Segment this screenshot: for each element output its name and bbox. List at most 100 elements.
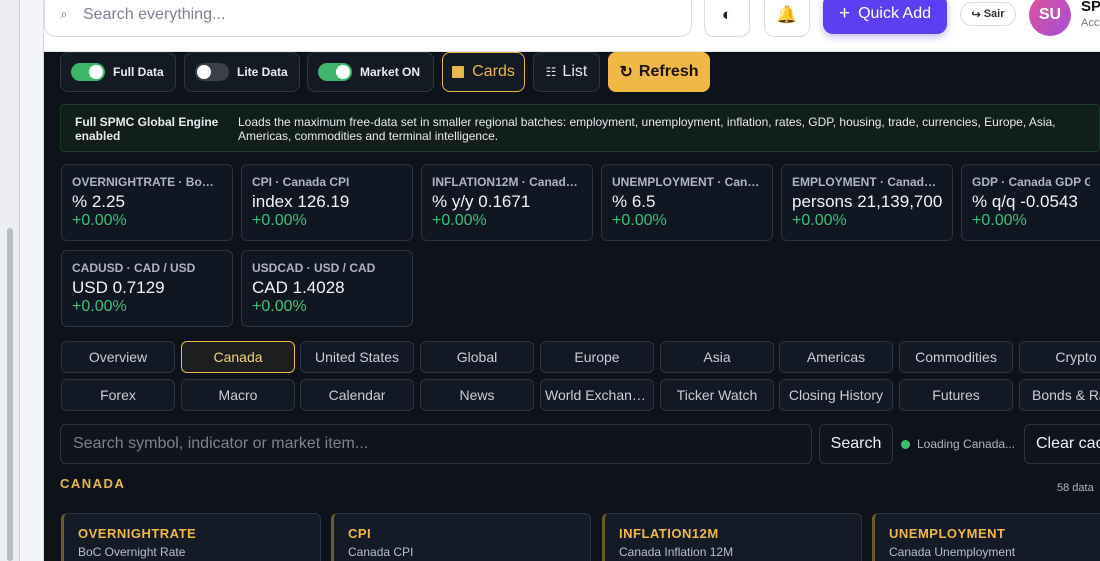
full-data-toggle[interactable]: Full Data (60, 52, 176, 92)
tab-united-states[interactable]: United States (300, 341, 414, 373)
metric-label: CADUSD · CAD / USD (72, 261, 196, 275)
metric-label: CPI · Canada CPI (252, 175, 350, 189)
tab-label: Crypto (1055, 349, 1097, 365)
loading-status: Loading Canada... (901, 437, 1015, 451)
tab-overview[interactable]: Overview (61, 341, 175, 373)
metric-value: index 126.19 (252, 192, 350, 211)
metric-value: persons 21,139,700 (792, 192, 942, 211)
series-name: Canada Unemployment (889, 545, 1016, 559)
tab-canada[interactable]: Canada (181, 341, 295, 373)
tab-label: Macro (218, 387, 258, 403)
list-icon: ☷ (545, 65, 557, 79)
tab-label: Canada (213, 349, 263, 365)
metric-card[interactable]: GDP · Canada GDP Growth % q/q -0.0543 +0… (961, 164, 1100, 241)
tab-label: Closing History (788, 387, 884, 403)
tab-forex[interactable]: Forex (61, 379, 175, 411)
sair-button[interactable]: ↪ Sair (960, 2, 1016, 26)
sair-label: Sair (983, 8, 1005, 20)
series-card[interactable]: OVERNIGHTRATE BoC Overnight Rate (61, 513, 321, 561)
lite-data-toggle[interactable]: Lite Data (184, 52, 300, 92)
tab-americas[interactable]: Americas (779, 341, 893, 373)
metric-card[interactable]: EMPLOYMENT · Canada Employment persons 2… (781, 164, 953, 241)
metric-card[interactable]: USDCAD · USD / CAD CAD 1.4028 +0.00% (241, 250, 413, 327)
tab-ticker-watch[interactable]: Ticker Watch (660, 379, 774, 411)
plus-icon: + (838, 3, 851, 24)
series-code: CPI (348, 526, 372, 541)
metric-label: GDP · Canada GDP Growth (972, 175, 1090, 189)
tab-crypto[interactable]: Crypto (1019, 341, 1100, 373)
metric-card[interactable]: CPI · Canada CPI index 126.19 +0.00% (241, 164, 413, 241)
market-toggle[interactable]: Market ON (307, 52, 434, 92)
tab-label: Futures (932, 387, 980, 403)
refresh-icon: ↻ (619, 64, 633, 81)
account-name: SP (1081, 0, 1100, 15)
metric-change: +0.00% (972, 212, 1027, 229)
tab-label: Forex (100, 387, 136, 403)
tab-label: World Exchanges (545, 387, 649, 403)
quick-add-button[interactable]: + Quick Add (823, 0, 947, 34)
quick-add-label: Quick Add (858, 5, 932, 22)
notifications-button[interactable]: 🔔 (764, 0, 810, 37)
search-icon: ⌕ (60, 7, 68, 21)
lite-data-label: Lite Data (237, 65, 288, 79)
tab-label: Commodities (915, 349, 997, 365)
global-search-placeholder: Search everything... (83, 5, 226, 23)
toggle-switch-off (195, 63, 229, 81)
list-label: List (562, 63, 588, 80)
symbol-search-input[interactable]: Search symbol, indicator or market item.… (60, 424, 812, 464)
refresh-button[interactable]: ↻ Refresh (608, 52, 710, 92)
metric-value: % 2.25 (72, 192, 125, 211)
toggle-switch-on (318, 63, 352, 81)
tab-futures[interactable]: Futures (899, 379, 1013, 411)
full-data-label: Full Data (113, 65, 164, 79)
list-view-button[interactable]: ☷ List (533, 52, 600, 92)
tab-europe[interactable]: Europe (540, 341, 654, 373)
metric-label: USDCAD · USD / CAD (252, 261, 376, 275)
series-card[interactable]: CPI Canada CPI (331, 513, 591, 561)
metric-card[interactable]: OVERNIGHTRATE · BoC Overnight Rate % 2.2… (61, 164, 233, 241)
clear-cache-button[interactable]: Clear cache (1024, 424, 1100, 464)
series-card[interactable]: UNEMPLOYMENT Canada Unemployment (872, 513, 1100, 561)
global-search-input[interactable]: ⌕ Search everything... (44, 0, 692, 37)
series-name: BoC Overnight Rate (78, 545, 186, 559)
metric-card[interactable]: UNEMPLOYMENT · Canada Unemployment % 6.5… (601, 164, 773, 241)
cards-label: Cards (472, 63, 515, 80)
metric-value: USD 0.7129 (72, 278, 165, 297)
tab-bonds-rates[interactable]: Bonds & Rates (1019, 379, 1100, 411)
section-title: CANADA (60, 476, 126, 491)
metric-card[interactable]: INFLATION12M · Canada Inflation 12M % y/… (421, 164, 593, 241)
symbol-search-placeholder: Search symbol, indicator or market item.… (73, 435, 369, 452)
tab-calendar[interactable]: Calendar (300, 379, 414, 411)
series-name: Canada Inflation 12M (619, 545, 734, 559)
tab-news[interactable]: News (420, 379, 534, 411)
tab-label: Americas (806, 349, 866, 365)
metric-change: +0.00% (792, 212, 847, 229)
tab-world-exchanges[interactable]: World Exchanges (540, 379, 654, 411)
series-code: OVERNIGHTRATE (78, 526, 197, 541)
refresh-label: Refresh (638, 63, 699, 80)
tab-label: News (459, 387, 495, 403)
metric-label: EMPLOYMENT · Canada Employment (792, 175, 942, 189)
left-window-edge (0, 0, 44, 561)
tab-label: Europe (574, 349, 620, 365)
tab-label: Ticker Watch (676, 387, 758, 403)
tab-global[interactable]: Global (420, 341, 534, 373)
series-code: UNEMPLOYMENT (889, 526, 1006, 541)
tab-label: Bonds & Rates (1032, 387, 1100, 403)
metric-card[interactable]: CADUSD · CAD / USD USD 0.7129 +0.00% (61, 250, 233, 327)
metric-change: +0.00% (432, 212, 487, 229)
contrast-icon: ◐ (721, 4, 733, 24)
avatar[interactable]: SU (1029, 0, 1071, 36)
theme-toggle-button[interactable]: ◐ (704, 0, 750, 37)
cards-view-button[interactable]: Cards (442, 52, 525, 92)
metric-label: INFLATION12M · Canada Inflation 12M (432, 175, 582, 189)
tab-closing-history[interactable]: Closing History (779, 379, 893, 411)
bell-icon: 🔔 (776, 4, 798, 24)
tab-asia[interactable]: Asia (660, 341, 774, 373)
scrollbar-thumb[interactable] (7, 228, 13, 561)
metric-value: % y/y 0.1671 (432, 192, 531, 211)
series-card[interactable]: INFLATION12M Canada Inflation 12M (602, 513, 862, 561)
tab-commodities[interactable]: Commodities (899, 341, 1013, 373)
search-button[interactable]: Search (819, 424, 893, 464)
tab-macro[interactable]: Macro (181, 379, 295, 411)
